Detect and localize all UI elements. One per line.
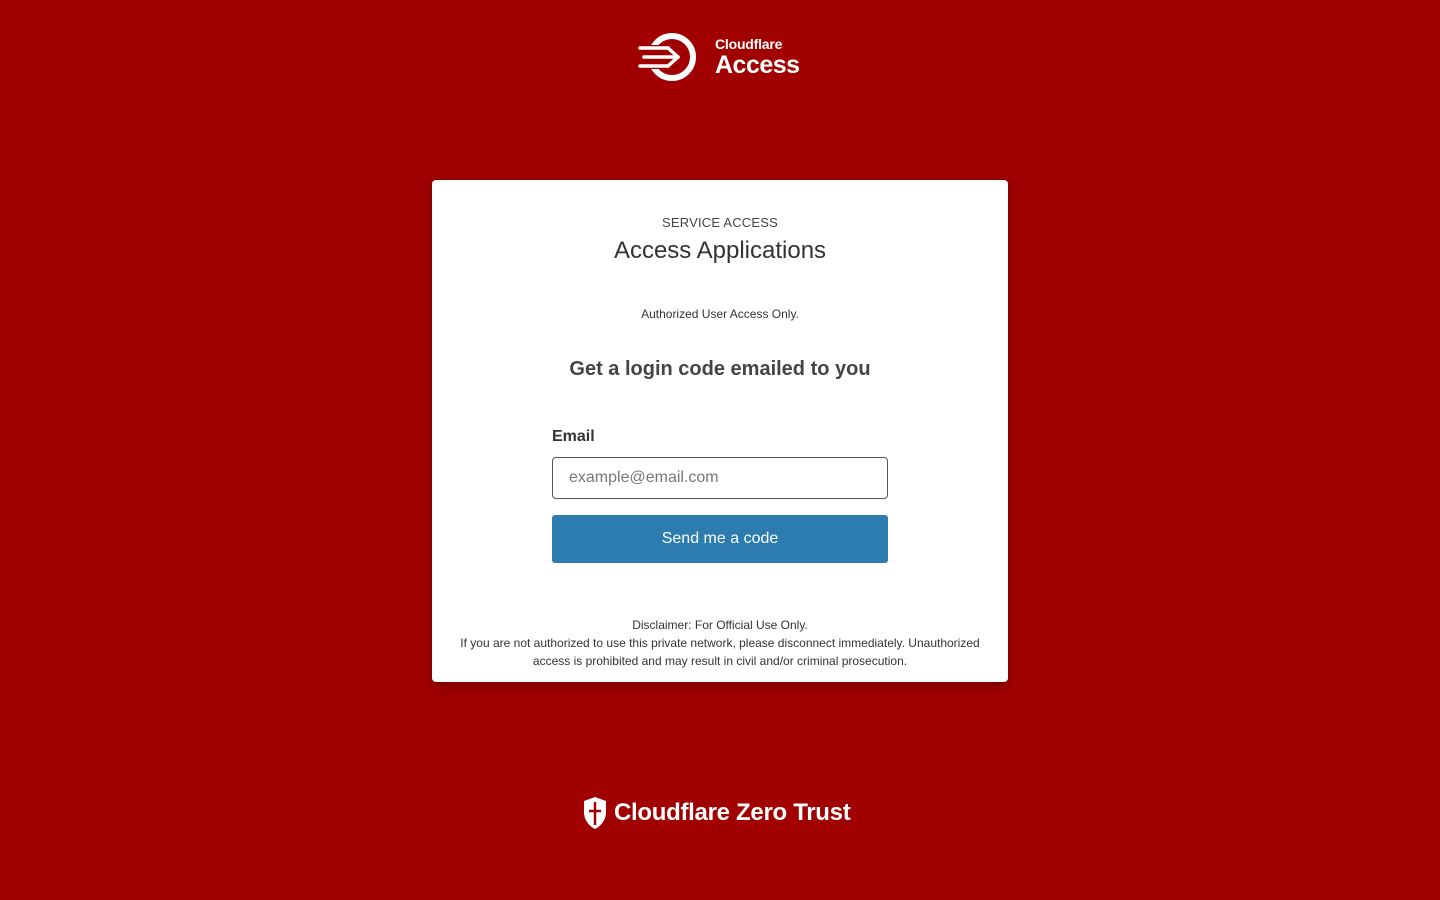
- email-input[interactable]: [552, 457, 888, 499]
- service-eyebrow: SERVICE ACCESS: [662, 215, 778, 230]
- disclaimer-text: If you are not authorized to use this pr…: [460, 636, 980, 668]
- page-title: Access Applications: [613, 237, 827, 264]
- cloudflare-access-logo: Cloudflare Access: [638, 31, 808, 83]
- auth-message: Authorized User Access Only.: [641, 307, 799, 321]
- logo-small-text: Cloudflare: [715, 35, 783, 52]
- disclaimer-title: Disclaimer: For Official Use Only.: [632, 618, 808, 632]
- login-card: SERVICE ACCESS Access Applications Autho…: [432, 180, 1008, 682]
- access-arrow-icon: [638, 33, 696, 81]
- cloudflare-zero-trust-logo: Cloudflare Zero Trust: [582, 796, 851, 830]
- login-code-heading: Get a login code emailed to you: [569, 358, 871, 380]
- footer-brand-text: Cloudflare Zero Trust: [614, 799, 851, 826]
- email-label: Email: [552, 428, 595, 445]
- logo-big-text: Access: [715, 50, 800, 79]
- disclaimer: Disclaimer: For Official Use Only. If yo…: [452, 616, 988, 670]
- shield-icon: [584, 797, 606, 829]
- send-code-button[interactable]: Send me a code: [552, 515, 888, 563]
